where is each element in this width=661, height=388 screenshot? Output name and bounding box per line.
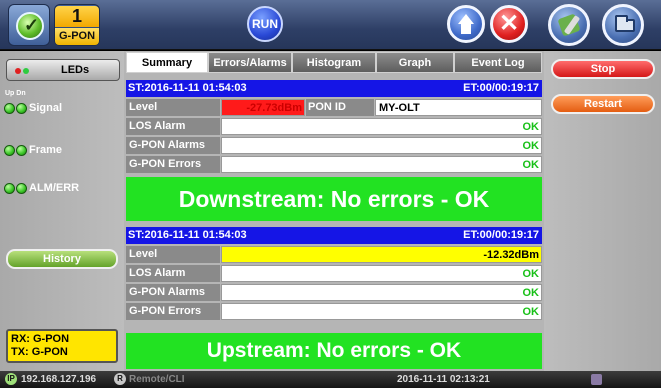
meter-check-icon: [16, 12, 44, 40]
status-bar: IP 192.168.127.196 R Remote/CLI 2016-11-…: [0, 371, 661, 388]
downstream-elapsed-time: ET:00/00:19:17: [463, 82, 539, 94]
port-number: 1: [55, 6, 99, 27]
upstream-errors-value: OK: [221, 303, 542, 320]
led-down-icon: [16, 145, 27, 156]
up-down-label: Up Dn: [5, 90, 26, 97]
downstream-errors-value: OK: [221, 156, 542, 173]
upstream-level-label: Level: [126, 246, 220, 263]
upstream-level-value: -12.32dBm: [221, 246, 542, 263]
clock: 2016-11-11 02:13:21: [397, 374, 490, 385]
history-button[interactable]: History: [6, 249, 118, 269]
remote-cli-label[interactable]: Remote/CLI: [129, 371, 185, 388]
pon-id-value: MY-OLT: [375, 99, 542, 116]
run-button[interactable]: RUN: [247, 6, 283, 42]
upstream-status-banner: Upstream: No errors - OK: [126, 333, 542, 369]
upstream-elapsed-time: ET:00/00:19:17: [463, 229, 539, 241]
upstream-time-bar: ST:2016-11-11 01:54:03 ET:00/00:19:17: [126, 227, 542, 244]
ip-icon: IP: [5, 373, 17, 385]
upstream-errors-label: G-PON Errors: [126, 303, 220, 320]
upstream-level-row: Level -12.32dBm: [126, 246, 542, 263]
app-tile[interactable]: [8, 4, 50, 46]
tools-icon[interactable]: [548, 4, 590, 46]
led-up-icon: [4, 183, 15, 194]
led-up-icon: [4, 103, 15, 114]
tray-icon[interactable]: [591, 374, 602, 385]
red-led-icon: [15, 68, 21, 74]
upstream-errors-row: G-PON Errors OK: [126, 303, 542, 320]
port-tile[interactable]: 1 G-PON: [54, 4, 100, 46]
tab-histogram[interactable]: Histogram: [292, 52, 376, 73]
leds-button[interactable]: LEDs: [6, 59, 120, 81]
upstream-alarms-row: G-PON Alarms OK: [126, 284, 542, 301]
tab-errors-alarms[interactable]: Errors/Alarms: [208, 52, 292, 73]
stop-button[interactable]: Stop: [551, 59, 655, 79]
port-name: G-PON: [55, 28, 99, 45]
downstream-errors-label: G-PON Errors: [126, 156, 220, 173]
rx-tx-indicator: RX: G-PON TX: G-PON: [6, 329, 118, 363]
ip-address: 192.168.127.196: [21, 374, 97, 385]
summary-panel: Summary Errors/Alarms Histogram Graph Ev…: [124, 51, 544, 371]
downstream-level-label: Level: [126, 99, 220, 116]
downstream-errors-row: G-PON Errors OK: [126, 156, 542, 173]
right-panel: Stop Restart: [544, 51, 661, 371]
downstream-alarms-value: OK: [221, 137, 542, 154]
upstream-alarms-label: G-PON Alarms: [126, 284, 220, 301]
upstream-los-value: OK: [221, 265, 542, 282]
upstream-los-label: LOS Alarm: [126, 265, 220, 282]
downstream-alarms-row: G-PON Alarms OK: [126, 137, 542, 154]
downstream-los-row: LOS Alarm OK: [126, 118, 542, 135]
downstream-start-time: ST:2016-11-11 01:54:03: [128, 82, 247, 94]
green-led-icon: [23, 68, 29, 74]
top-toolbar: 1 G-PON RUN ✕: [0, 0, 661, 50]
rx-label: RX: G-PON: [11, 333, 70, 345]
pon-id-label: PON ID: [306, 99, 374, 116]
led-label-frame: Frame: [29, 144, 63, 156]
downstream-alarms-label: G-PON Alarms: [126, 137, 220, 154]
leds-label: LEDs: [61, 64, 90, 76]
downstream-status-banner: Downstream: No errors - OK: [126, 177, 542, 221]
remote-icon: R: [114, 373, 126, 385]
tab-graph[interactable]: Graph: [376, 52, 454, 73]
upstream-start-time: ST:2016-11-11 01:54:03: [128, 229, 247, 241]
tx-label: TX: G-PON: [11, 346, 68, 358]
restart-button[interactable]: Restart: [551, 94, 655, 114]
tab-summary[interactable]: Summary: [126, 52, 208, 73]
downstream-time-bar: ST:2016-11-11 01:54:03 ET:00/00:19:17: [126, 80, 542, 97]
led-up-icon: [4, 145, 15, 156]
downstream-los-value: OK: [221, 118, 542, 135]
led-label-alm-err: ALM/ERR: [29, 182, 80, 194]
downstream-level-row: Level -27.73dBm PON ID MY-OLT: [126, 99, 542, 116]
left-panel: LEDs Up Dn Signal Frame ALM/ERR History …: [0, 51, 124, 371]
upstream-alarms-value: OK: [221, 284, 542, 301]
led-label-signal: Signal: [29, 102, 63, 114]
led-down-icon: [16, 103, 27, 114]
upstream-los-row: LOS Alarm OK: [126, 265, 542, 282]
close-icon[interactable]: ✕: [490, 5, 528, 43]
home-icon[interactable]: [447, 5, 485, 43]
folder-icon[interactable]: [602, 4, 644, 46]
tab-bar: Summary Errors/Alarms Histogram Graph Ev…: [126, 52, 542, 73]
downstream-level-value: -27.73dBm: [221, 99, 305, 116]
tab-event-log[interactable]: Event Log: [454, 52, 542, 73]
downstream-los-label: LOS Alarm: [126, 118, 220, 135]
led-down-icon: [16, 183, 27, 194]
